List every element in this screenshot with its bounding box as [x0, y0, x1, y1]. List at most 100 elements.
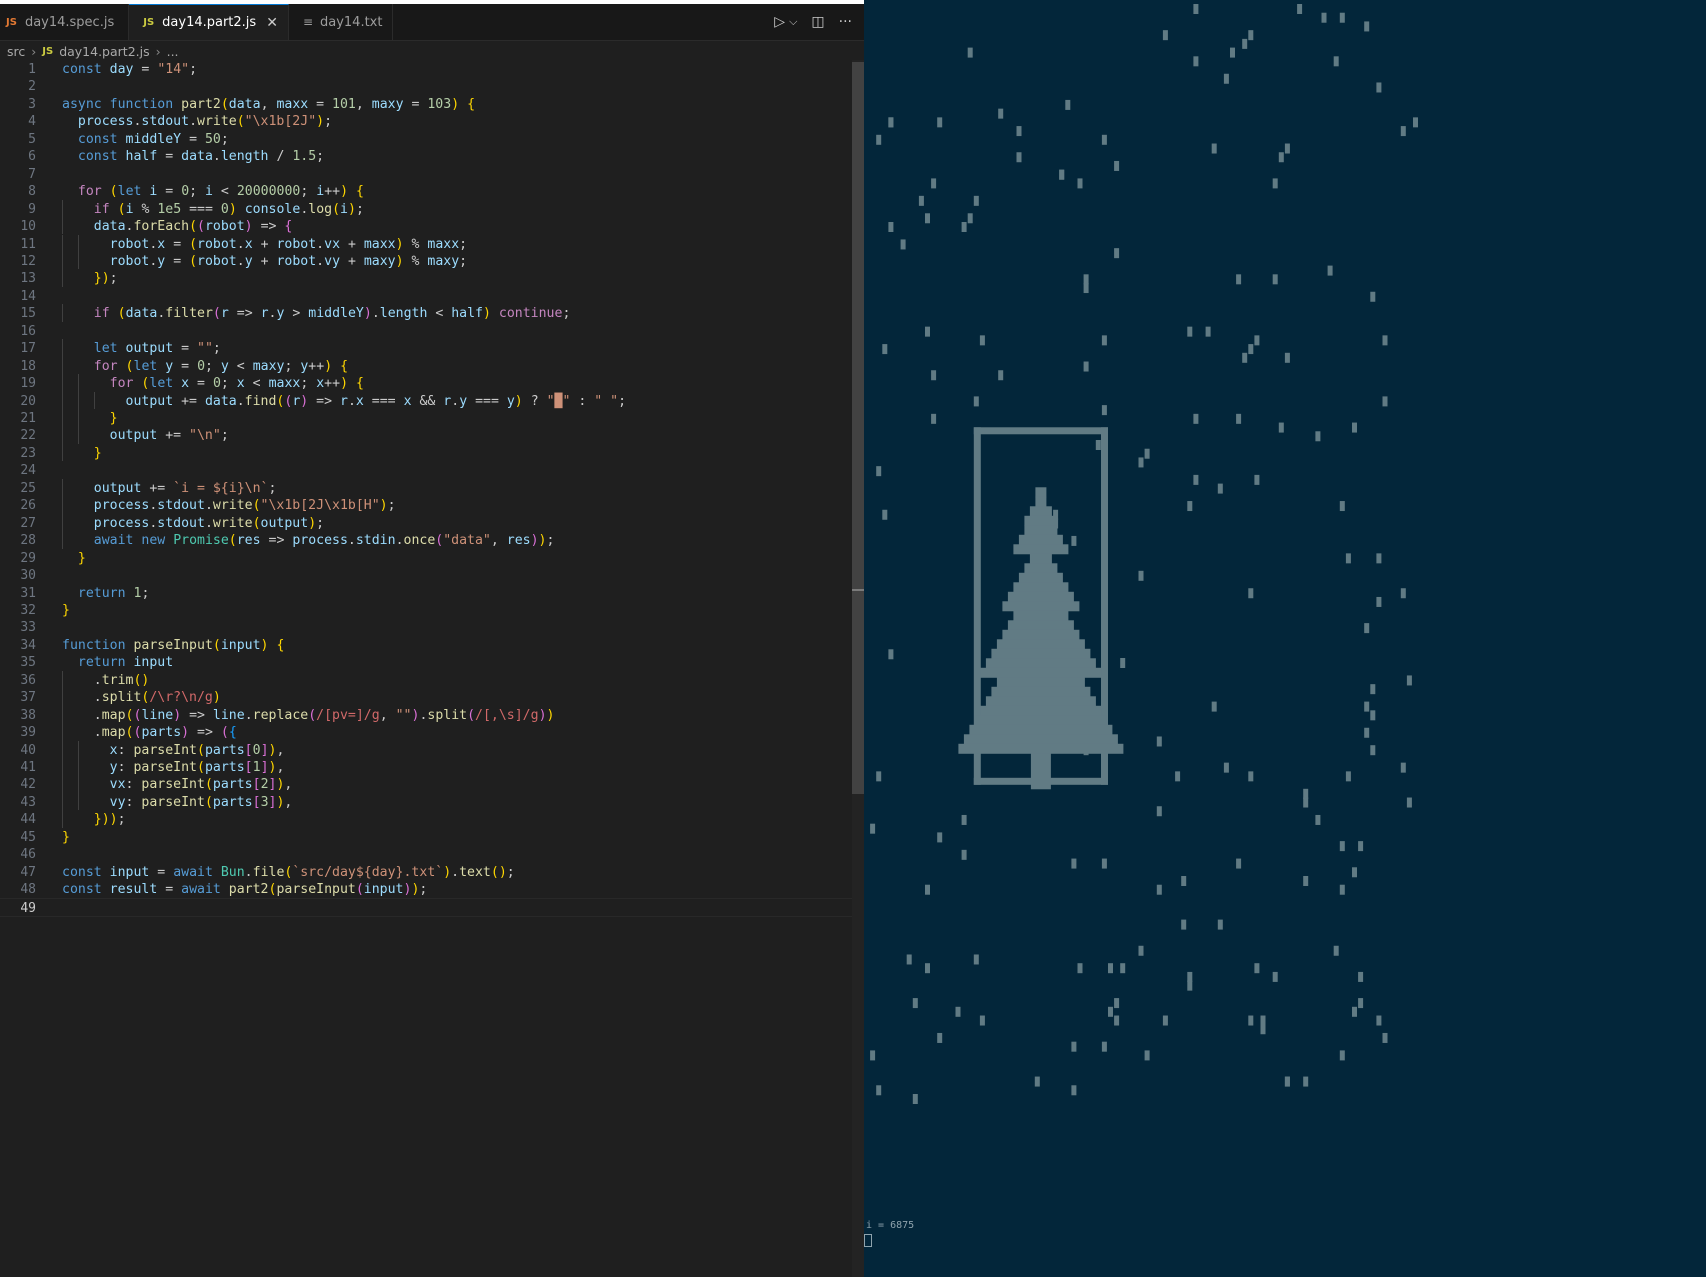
- code-line[interactable]: 49: [0, 897, 862, 917]
- code-line[interactable]: 13 });: [0, 269, 862, 288]
- code-line[interactable]: 36 .trim(): [0, 671, 862, 690]
- more-actions-icon[interactable]: ···: [839, 14, 852, 30]
- code-line[interactable]: 48 const result = await part2(parseInput(…: [0, 880, 862, 899]
- code-line[interactable]: 2: [0, 77, 862, 96]
- code-line[interactable]: 3 async function part2(data, maxx = 101, …: [0, 95, 862, 114]
- scrollbar-thumb[interactable]: [852, 62, 864, 794]
- code-line[interactable]: 16: [0, 322, 862, 341]
- split-editor-icon[interactable]: ◫: [811, 14, 824, 30]
- code-line[interactable]: 29 }: [0, 549, 862, 568]
- code-text: y: parseInt(parts[1]),: [109, 760, 285, 775]
- robot-dot: [1376, 596, 1382, 607]
- code-line[interactable]: 25 output += `i = ${i}\n`;: [0, 479, 862, 498]
- tab-day14-txt[interactable]: ≡ day14.txt: [289, 4, 393, 40]
- code-line[interactable]: 44 }));: [0, 810, 862, 829]
- code-line[interactable]: 11 robot.x = (robot.x + robot.vx + maxx)…: [0, 235, 862, 254]
- code-line[interactable]: 28 await new Promise(res => process.stdi…: [0, 531, 862, 550]
- code-line[interactable]: 10 data.forEach((robot) => {: [0, 217, 862, 236]
- close-icon[interactable]: ✕: [266, 15, 278, 31]
- code-text: output += `i = ${i}\n`;: [93, 480, 277, 496]
- code-line[interactable]: 38 .map((line) => line.replace(/[pv=]/g,…: [0, 706, 862, 725]
- indent-guide: [78, 758, 79, 776]
- robot-dot: [1236, 413, 1242, 424]
- tab-day14-spec[interactable]: JS day14.spec.js: [0, 4, 130, 40]
- chevron-down-icon[interactable]: ⌵: [789, 15, 797, 29]
- robot-dot: [955, 1006, 961, 1017]
- line-number: 42: [20, 777, 36, 793]
- code-line[interactable]: 12 robot.y = (robot.y + robot.vy + maxy)…: [0, 252, 862, 271]
- code-line[interactable]: 32}: [0, 601, 862, 620]
- robot-dot: [1260, 1015, 1266, 1026]
- robot-dot: [1248, 588, 1254, 599]
- code-line[interactable]: 9 if (i % 1e5 === 0) console.log(i);: [0, 200, 862, 219]
- robot-dot: [1303, 788, 1309, 799]
- robot-dot: [931, 178, 937, 189]
- code-line[interactable]: 34 function parseInput(input) {: [0, 636, 862, 655]
- robot-dot: [1333, 56, 1339, 67]
- robot-dot: [973, 195, 979, 206]
- robot-dot: [1101, 1041, 1107, 1052]
- robot-dot: [1364, 727, 1370, 738]
- tree-row: [969, 724, 1113, 735]
- indent-guide: [78, 775, 79, 793]
- robot-dot: [1108, 963, 1113, 974]
- code-editor[interactable]: JS day14.spec.js JS day14.part2.js ✕ ≡ d…: [0, 0, 864, 1277]
- robot-dot: [882, 344, 888, 355]
- chevron-right-icon: ›: [31, 43, 37, 59]
- line-number: 26: [20, 498, 36, 514]
- robot-dot: [1400, 126, 1406, 137]
- robot-dot: [1284, 352, 1290, 363]
- breadcrumb-file[interactable]: day14.part2.js: [59, 44, 149, 59]
- code-text: process.stdout.write("\x1b[2J\x1b[H");: [93, 498, 396, 514]
- code-line[interactable]: 30: [0, 566, 862, 585]
- robot-dot: [1095, 440, 1101, 450]
- code-line[interactable]: 46: [0, 845, 862, 864]
- code-line[interactable]: 21 }: [0, 409, 862, 428]
- robot-dot: [876, 134, 882, 145]
- breadcrumb-more[interactable]: ...: [167, 44, 179, 59]
- code-line[interactable]: 6 const half = data.length / 1.5;: [0, 147, 862, 166]
- code-line[interactable]: 27 process.stdout.write(output);: [0, 514, 862, 533]
- tab-day14-part2[interactable]: JS day14.part2.js ✕: [129, 4, 289, 40]
- code-line[interactable]: 45}: [0, 828, 862, 847]
- code-line[interactable]: 43 vy: parseInt(parts[3]),: [0, 793, 862, 812]
- robot-dot: [1138, 570, 1144, 581]
- code-line[interactable]: 17 let output = "";: [0, 339, 862, 358]
- code-line[interactable]: 23 }: [0, 444, 862, 463]
- code-line[interactable]: 5 const middleY = 50;: [0, 130, 862, 149]
- indent-guide: [62, 531, 63, 549]
- run-icon[interactable]: ▷: [774, 14, 785, 30]
- code-line[interactable]: 19 for (let x = 0; x < maxx; x++) {: [0, 374, 862, 393]
- code-line[interactable]: 37 .split(/\r?\n/g): [0, 688, 862, 707]
- code-line[interactable]: 41 y: parseInt(parts[1]),: [0, 758, 862, 777]
- code-line[interactable]: 8 for (let i = 0; i < 20000000; i++) {: [0, 182, 862, 201]
- code-line[interactable]: 26 process.stdout.write("\x1b[2J\x1b[H")…: [0, 496, 862, 515]
- code-line[interactable]: 18 for (let y = 0; y < maxy; y++) {: [0, 357, 862, 376]
- terminal-panel[interactable]: i = 6875: [864, 0, 1706, 1277]
- code-line[interactable]: 40 x: parseInt(parts[0]),: [0, 741, 862, 760]
- line-number: 23: [20, 445, 36, 461]
- code-line[interactable]: 1 const day = "14";: [0, 60, 862, 79]
- code-line[interactable]: 24: [0, 461, 862, 480]
- line-number: 4: [28, 114, 36, 130]
- code-line[interactable]: 35 return input: [0, 653, 862, 672]
- code-line[interactable]: 47 const input = await Bun.file(`src/day$…: [0, 863, 862, 882]
- breadcrumb-folder[interactable]: src: [7, 44, 25, 59]
- robot-dot: [1211, 143, 1217, 154]
- robot-dot: [1364, 623, 1370, 634]
- code-line[interactable]: 42 vx: parseInt(parts[2]),: [0, 775, 862, 794]
- code-line[interactable]: 4 process.stdout.write("\x1b[2J");: [0, 112, 862, 131]
- robot-dot: [1321, 12, 1327, 23]
- code-line[interactable]: 20 output += data.find((r) => r.x === x …: [0, 392, 862, 411]
- robot-dot: [1156, 806, 1162, 817]
- code-text: const day = "14";: [62, 62, 198, 77]
- code-line[interactable]: 39 .map((parts) => ({: [0, 723, 862, 742]
- code-line[interactable]: 31 return 1;: [0, 584, 862, 603]
- code-line[interactable]: 14: [0, 287, 862, 306]
- robot-dot: [1108, 1006, 1113, 1017]
- code-line[interactable]: 33: [0, 618, 862, 637]
- robot-dot: [1187, 971, 1193, 982]
- code-line[interactable]: 15 if (data.filter(r => r.y > middleY).l…: [0, 304, 862, 323]
- code-line[interactable]: 7: [0, 165, 862, 184]
- code-line[interactable]: 22 output += "\n";: [0, 426, 862, 445]
